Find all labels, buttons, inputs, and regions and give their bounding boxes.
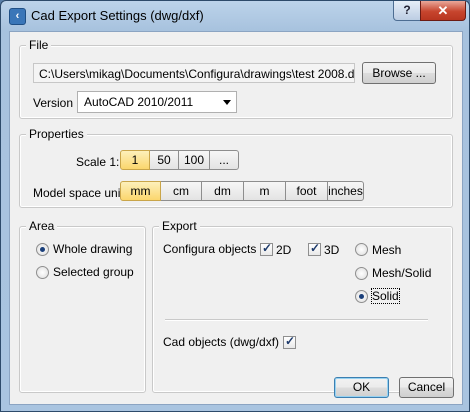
properties-legend: Properties: [26, 127, 87, 142]
file-group: File C:\Users\mikag\Documents\Configura\…: [19, 38, 453, 119]
unit-option-foot[interactable]: foot: [285, 181, 328, 201]
checkmark-icon: ✓: [285, 334, 296, 348]
radio-mesh[interactable]: [355, 243, 368, 256]
window-title: Cad Export Settings (dwg/dxf): [31, 8, 204, 23]
scale-label: Scale 1:: [76, 155, 120, 169]
cad-objects-label: Cad objects (dwg/dxf): [163, 335, 280, 349]
close-button[interactable]: ✕: [420, 1, 466, 21]
radio-selected-group[interactable]: [36, 266, 49, 279]
help-button[interactable]: ?: [393, 1, 421, 21]
version-label: Version: [33, 96, 74, 110]
title-bar[interactable]: ‹ Cad Export Settings (dwg/dxf) ? ✕: [1, 1, 469, 31]
export-separator: [165, 319, 428, 321]
file-path-field[interactable]: C:\Users\mikag\Documents\Configura\drawi…: [33, 63, 355, 83]
scale-option-100[interactable]: 100: [178, 150, 210, 170]
checkbox-3d-label: 3D: [324, 243, 340, 257]
unit-option-m[interactable]: m: [243, 181, 286, 201]
back-arrow-icon: ‹: [9, 8, 26, 25]
selected-group-label: Selected group: [53, 265, 134, 279]
configura-objects-label: Configura objects: [163, 242, 257, 256]
radio-whole-drawing[interactable]: [36, 243, 49, 256]
radio-dot: [40, 247, 45, 252]
export-legend: Export: [159, 219, 200, 234]
version-select[interactable]: AutoCAD 2010/2011: [77, 91, 237, 113]
ok-button[interactable]: OK: [334, 377, 389, 398]
radio-solid[interactable]: [355, 290, 368, 303]
file-legend: File: [26, 38, 52, 53]
unit-option-dm[interactable]: dm: [201, 181, 244, 201]
browse-button[interactable]: Browse ...: [362, 62, 436, 84]
export-group: Export Configura objects ✓ 2D ✓ 3D Mesh …: [152, 219, 453, 393]
unit-option-inches[interactable]: inches: [327, 181, 364, 201]
cancel-button[interactable]: Cancel: [399, 377, 454, 398]
checkmark-icon: ✓: [262, 241, 273, 255]
checkmark-icon: ✓: [310, 241, 321, 255]
unit-option-mm[interactable]: mm: [120, 181, 161, 201]
area-group: Area Whole drawing Selected group: [19, 219, 146, 393]
unit-option-cm[interactable]: cm: [160, 181, 202, 201]
radio-mesh-solid[interactable]: [355, 267, 368, 280]
properties-group: Properties Scale 1: 1 50 100 ... Model s…: [19, 127, 453, 208]
checkbox-2d-label: 2D: [276, 243, 292, 257]
dialog-client-area: File C:\Users\mikag\Documents\Configura\…: [9, 31, 463, 405]
scale-option-50[interactable]: 50: [149, 150, 179, 170]
scale-option-1[interactable]: 1: [120, 150, 150, 170]
whole-drawing-label: Whole drawing: [53, 242, 133, 256]
chevron-down-icon: [223, 100, 231, 105]
unit-segmented-control: mm cm dm m foot inches: [120, 181, 364, 201]
mesh-solid-label: Mesh/Solid: [372, 266, 432, 280]
dialog-window: ‹ Cad Export Settings (dwg/dxf) ? ✕ File…: [0, 0, 470, 412]
solid-label: Solid: [371, 288, 400, 304]
scale-option-more[interactable]: ...: [209, 150, 239, 170]
scale-segmented-control: 1 50 100 ...: [120, 150, 239, 170]
mesh-label: Mesh: [372, 243, 402, 257]
checkbox-cad-objects[interactable]: ✓: [283, 334, 296, 349]
checkbox-2d[interactable]: ✓: [260, 241, 273, 256]
radio-dot: [359, 294, 364, 299]
version-select-value: AutoCAD 2010/2011: [84, 95, 194, 109]
checkbox-3d[interactable]: ✓: [308, 241, 321, 256]
area-legend: Area: [26, 219, 58, 234]
unit-label: Model space unit: [33, 186, 124, 200]
